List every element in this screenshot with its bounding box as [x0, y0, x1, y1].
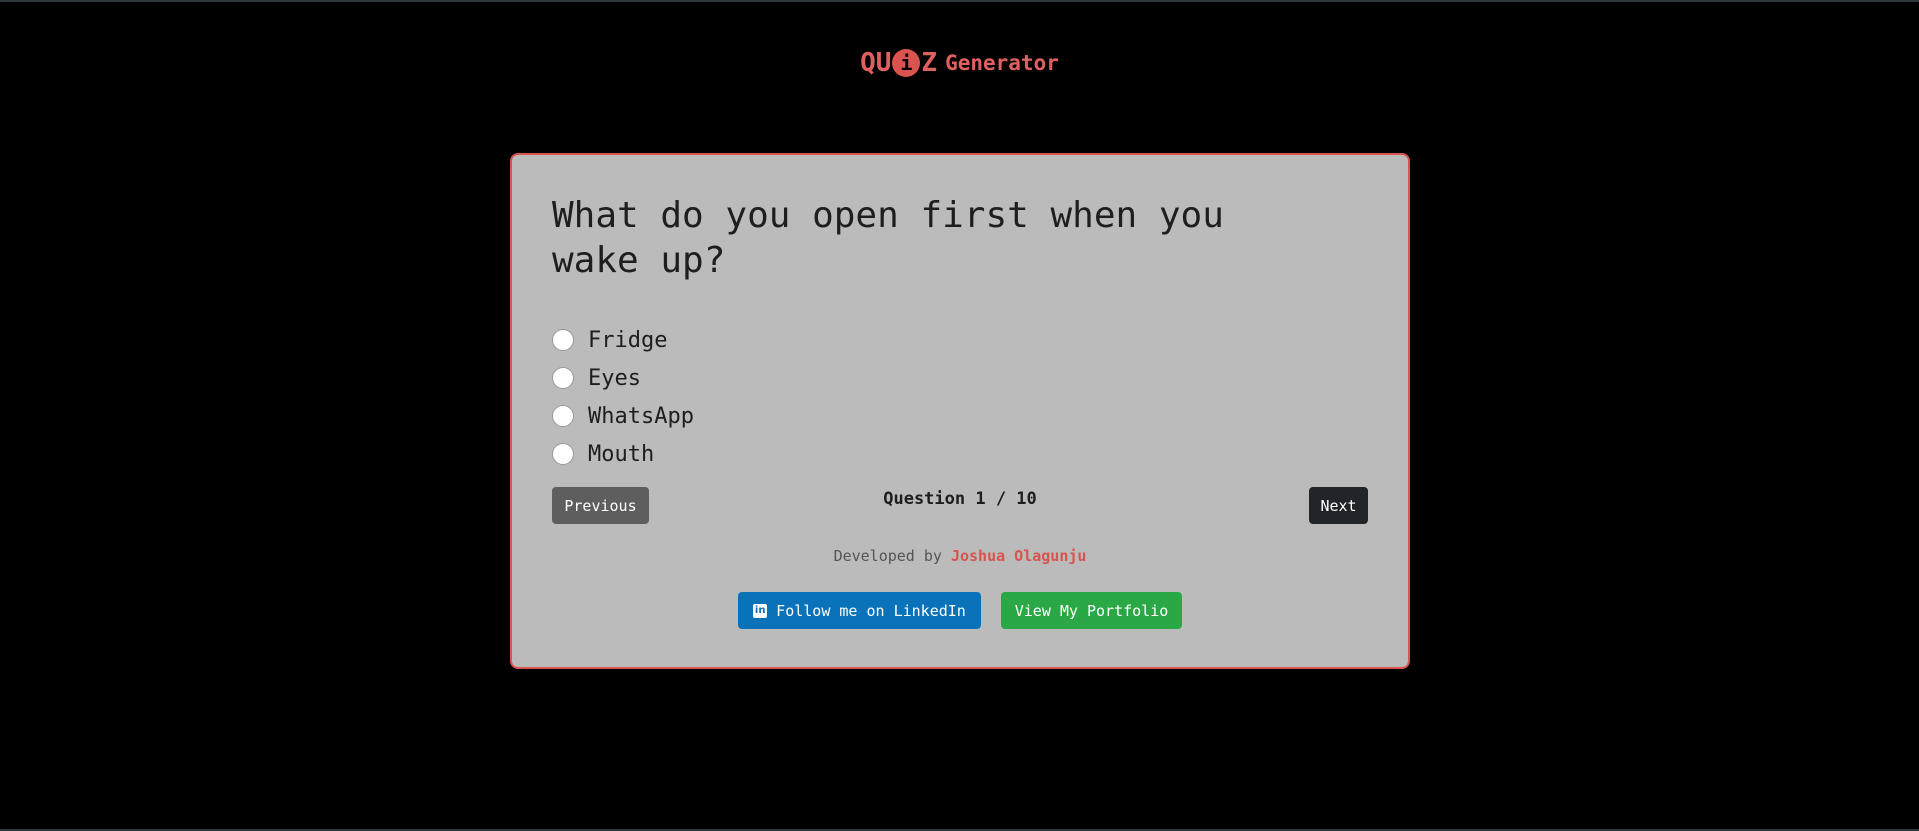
next-button[interactable]: Next [1309, 487, 1368, 524]
page: QU i Z Generator What do you open first whe… [0, 0, 1919, 831]
radio-button[interactable] [552, 443, 574, 465]
logo-i-badge: i [892, 49, 921, 77]
option-label: WhatsApp [588, 403, 694, 429]
linkedin-icon: in [753, 603, 768, 618]
answer-options: Fridge Eyes WhatsApp Mouth [552, 321, 694, 473]
option-eyes[interactable]: Eyes [552, 359, 694, 397]
linkedin-button[interactable]: in Follow me on LinkedIn [738, 592, 981, 629]
radio-button[interactable] [552, 405, 574, 427]
option-whatsapp[interactable]: WhatsApp [552, 397, 694, 435]
option-label: Eyes [588, 365, 641, 391]
option-label: Fridge [588, 327, 668, 353]
option-mouth[interactable]: Mouth [552, 435, 694, 473]
logo-suffix: Z [921, 48, 938, 78]
option-label: Mouth [588, 441, 655, 467]
logo-prefix: QU [860, 48, 892, 78]
option-fridge[interactable]: Fridge [552, 321, 694, 359]
radio-button[interactable] [552, 367, 574, 389]
app-logo: QU i Z Generator [0, 48, 1919, 78]
linkedin-label: Follow me on LinkedIn [776, 601, 966, 620]
question-counter: Question 1 / 10 [883, 489, 1037, 509]
logo-word: Generator [945, 51, 1059, 75]
author-name: Joshua Olagunju [950, 547, 1087, 565]
radio-button[interactable] [552, 329, 574, 351]
developer-credit: Developed by Joshua Olagunju [512, 547, 1408, 565]
quiz-card: What do you open first when you wake up?… [510, 153, 1410, 669]
portfolio-button[interactable]: View My Portfolio [1001, 592, 1182, 629]
question-text: What do you open first when you wake up? [552, 195, 1224, 281]
developed-by-label: Developed by [833, 547, 942, 565]
